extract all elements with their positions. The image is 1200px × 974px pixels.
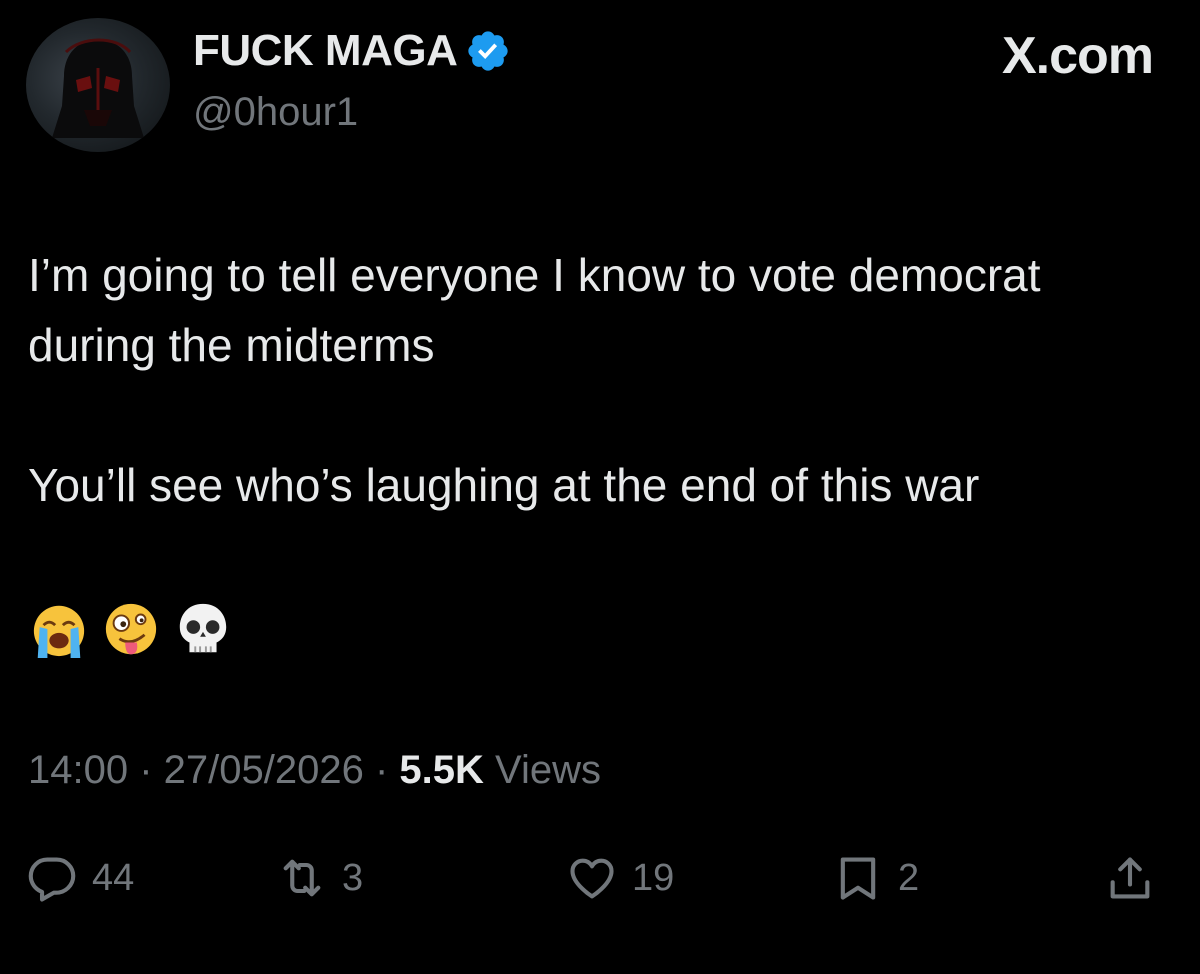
views-count[interactable]: 5.5K — [399, 748, 484, 792]
like-button[interactable]: 19 — [566, 848, 674, 908]
skull-icon — [179, 603, 227, 653]
tweet-time[interactable]: 14:00 — [28, 748, 128, 792]
avatar[interactable] — [26, 18, 170, 152]
x-com-brand: X.com — [1001, 27, 1154, 85]
bookmark-icon — [840, 857, 876, 900]
bookmark-count: 2 — [898, 856, 920, 899]
author-name-row[interactable]: FUCK MAGA — [193, 26, 511, 76]
loudly-crying-face-icon — [33, 605, 85, 658]
handle[interactable]: @0hour1 — [193, 90, 358, 135]
zany-face-icon — [105, 603, 157, 655]
tweet-paragraph: You’ll see who’s laughing at the end of … — [28, 459, 980, 511]
tweet-text: I’m going to tell everyone I know to vot… — [28, 240, 1178, 520]
meta-separator: · — [128, 748, 164, 792]
tweet-date[interactable]: 27/05/2026 — [164, 748, 364, 792]
repost-count: 3 — [342, 856, 364, 899]
tweet-meta: 14:00 · 27/05/2026 · 5.5K Views — [28, 748, 601, 793]
bookmark-button[interactable]: 2 — [832, 848, 919, 908]
views-label: Views — [483, 748, 601, 792]
verified-badge-icon — [468, 31, 509, 71]
emoji-row — [30, 598, 232, 660]
display-name[interactable]: FUCK MAGA — [193, 26, 458, 76]
repost-icon — [283, 859, 321, 897]
tweet-paragraph: I’m going to tell everyone I know to vot… — [28, 249, 1041, 371]
reply-icon — [28, 857, 76, 902]
helmet-avatar-icon — [52, 38, 144, 138]
share-icon — [1110, 857, 1150, 899]
repost-button[interactable]: 3 — [276, 848, 363, 908]
reply-count: 44 — [92, 856, 135, 899]
like-count: 19 — [632, 856, 675, 899]
share-button[interactable] — [1104, 848, 1156, 908]
meta-separator: · — [363, 748, 400, 792]
reply-button[interactable]: 44 — [26, 848, 134, 908]
heart-icon — [570, 858, 614, 899]
